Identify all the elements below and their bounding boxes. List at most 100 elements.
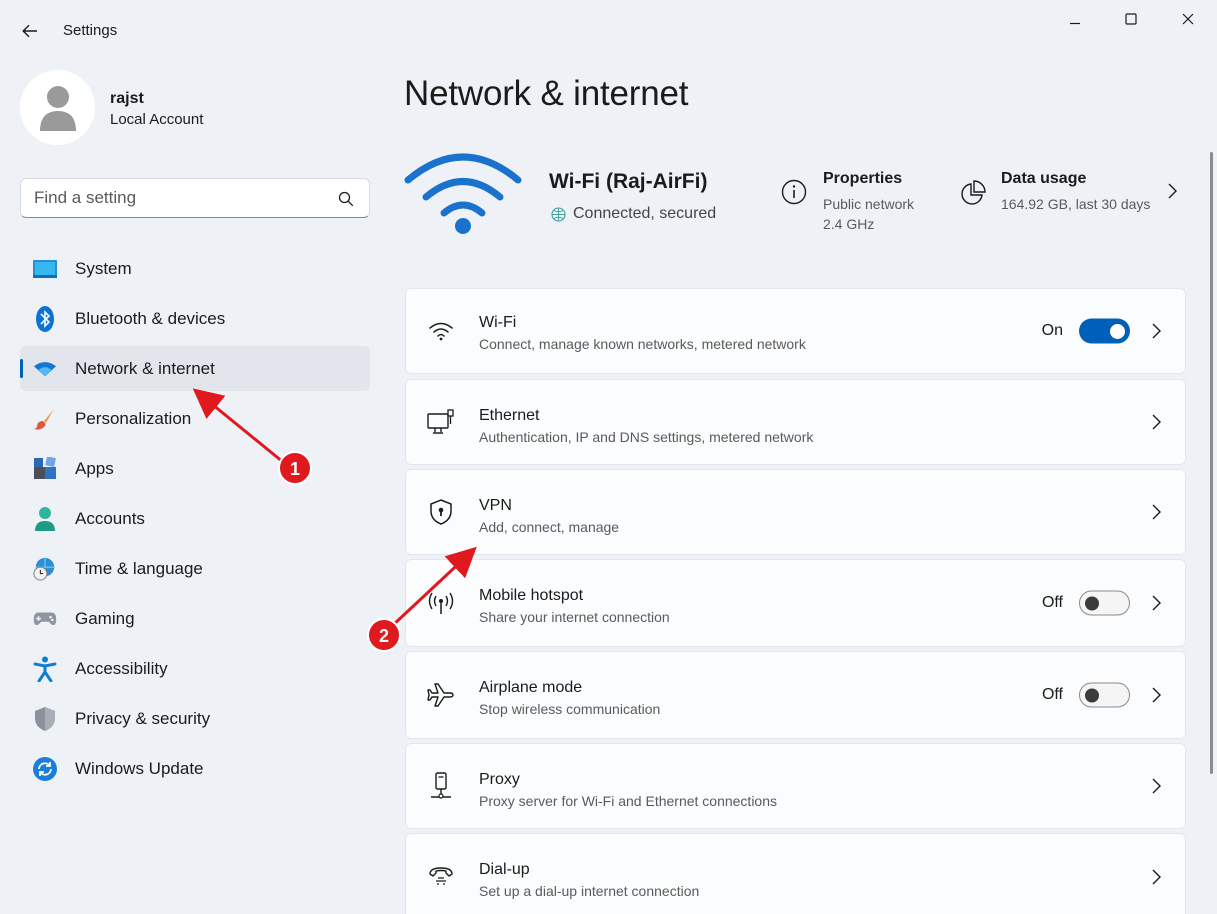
maximize-icon — [1125, 13, 1137, 25]
card-vpn[interactable]: VPN Add, connect, manage — [405, 469, 1186, 555]
network-profile-text: Public network — [823, 196, 915, 212]
refresh-icon — [33, 757, 57, 781]
connection-status-text: Connected, secured — [573, 205, 717, 222]
card-title: Mobile hotspot — [479, 587, 584, 604]
card-title: Ethernet — [479, 407, 540, 424]
annotation-marker-2-label: 2 — [379, 626, 389, 646]
card-subtitle: Connect, manage known networks, metered … — [479, 336, 806, 352]
hotspot-icon — [427, 589, 455, 617]
vpn-shield-icon — [427, 498, 455, 526]
card-subtitle: Stop wireless communication — [479, 701, 661, 717]
pie-chart-icon[interactable] — [959, 179, 987, 207]
sidebar-item-system[interactable]: System — [20, 246, 370, 291]
chevron-right-icon[interactable] — [1149, 777, 1163, 795]
card-subtitle: Add, connect, manage — [479, 519, 620, 535]
sidebar-item-label: Windows Update — [75, 759, 204, 778]
close-icon — [1182, 13, 1194, 25]
sidebar-item-network[interactable]: Network & internet — [20, 346, 370, 391]
sidebar-item-accessibility[interactable]: Accessibility — [20, 646, 370, 691]
sidebar-item-privacy-security[interactable]: Privacy & security — [20, 696, 370, 741]
chevron-right-icon[interactable] — [1149, 594, 1163, 612]
sidebar-item-label: System — [75, 259, 132, 278]
account-name: rajst — [110, 90, 144, 107]
chevron-right-icon[interactable] — [1149, 322, 1163, 340]
avatar[interactable] — [20, 70, 95, 145]
apps-icon — [33, 457, 57, 481]
toggle-knob — [1085, 688, 1099, 702]
sidebar-item-time-language[interactable]: Time & language — [20, 546, 370, 591]
maximize-button[interactable] — [1103, 0, 1159, 38]
close-button[interactable] — [1160, 0, 1216, 38]
annotation-marker-2 — [367, 618, 401, 652]
back-button[interactable] — [14, 17, 46, 45]
sidebar-item-label: Personalization — [75, 409, 192, 428]
card-proxy[interactable]: Proxy Proxy server for Wi-Fi and Etherne… — [405, 743, 1186, 829]
connection-status: Connected, secured — [551, 205, 716, 223]
search-input[interactable] — [34, 187, 334, 209]
info-icon[interactable] — [781, 179, 807, 205]
minimize-button[interactable] — [1047, 0, 1103, 38]
network-band-text: 2.4 GHz — [823, 216, 875, 232]
paintbrush-icon — [33, 407, 57, 431]
card-dial-up[interactable]: Dial-up Set up a dial-up internet connec… — [405, 833, 1186, 914]
airplane-mode-toggle[interactable] — [1079, 682, 1130, 708]
sidebar-item-accounts[interactable]: Accounts — [20, 496, 370, 541]
card-title: VPN — [479, 497, 512, 514]
card-ethernet[interactable]: Ethernet Authentication, IP and DNS sett… — [405, 379, 1186, 465]
properties-link[interactable]: Properties — [823, 170, 902, 188]
back-arrow-icon — [22, 24, 37, 38]
sidebar-item-windows-update[interactable]: Windows Update — [20, 746, 370, 791]
bluetooth-icon — [33, 306, 57, 332]
card-title: Airplane mode — [479, 679, 583, 696]
sidebar-item-label: Gaming — [75, 609, 135, 628]
toggle-state-label: On — [1041, 322, 1063, 339]
wifi-large-icon — [404, 153, 522, 234]
sidebar-item-label: Network & internet — [75, 359, 215, 378]
card-subtitle: Share your internet connection — [479, 609, 670, 625]
card-subtitle: Authentication, IP and DNS settings, met… — [479, 429, 814, 445]
shield-icon — [33, 707, 57, 731]
accessibility-icon — [33, 656, 57, 682]
sidebar-item-apps[interactable]: Apps — [20, 446, 370, 491]
search-icon[interactable] — [337, 190, 355, 208]
card-wifi[interactable]: Wi-Fi Connect, manage known networks, me… — [405, 288, 1186, 374]
person-icon — [33, 507, 57, 531]
wifi-icon — [427, 317, 455, 345]
chevron-right-icon[interactable] — [1149, 868, 1163, 886]
sidebar-item-label: Privacy & security — [75, 709, 211, 728]
sidebar-item-label: Bluetooth & devices — [75, 309, 226, 328]
chevron-right-icon[interactable] — [1149, 686, 1163, 704]
wifi-icon — [33, 357, 57, 381]
data-usage-link[interactable]: Data usage — [1001, 170, 1086, 188]
globe-icon — [551, 206, 566, 222]
system-icon — [33, 257, 57, 281]
sidebar-item-label: Time & language — [75, 559, 203, 578]
airplane-icon — [427, 681, 455, 709]
sidebar-item-personalization[interactable]: Personalization — [20, 396, 370, 441]
mobile-hotspot-toggle[interactable] — [1079, 590, 1130, 616]
sidebar-item-label: Accounts — [75, 509, 145, 528]
title-bar: Settings — [0, 0, 1217, 62]
sidebar-item-label: Apps — [75, 459, 114, 478]
sidebar-item-bluetooth[interactable]: Bluetooth & devices — [20, 296, 370, 341]
chevron-right-icon[interactable] — [1149, 503, 1163, 521]
app-title: Settings — [63, 22, 118, 39]
card-subtitle: Proxy server for Wi-Fi and Ethernet conn… — [479, 793, 778, 809]
chevron-right-icon[interactable] — [1149, 413, 1163, 431]
toggle-knob — [1110, 323, 1125, 339]
card-title: Wi-Fi — [479, 314, 517, 331]
scrollbar-thumb[interactable] — [1210, 152, 1213, 774]
search-box[interactable] — [20, 178, 370, 218]
toggle-state-label: Off — [1041, 686, 1063, 703]
sidebar-item-gaming[interactable]: Gaming — [20, 596, 370, 641]
card-mobile-hotspot[interactable]: Mobile hotspot Share your internet conne… — [405, 559, 1186, 647]
gamepad-icon — [33, 607, 57, 631]
sidebar-item-label: Accessibility — [75, 659, 168, 678]
wifi-toggle[interactable] — [1079, 318, 1130, 344]
person-avatar-icon — [39, 85, 76, 131]
card-airplane-mode[interactable]: Airplane mode Stop wireless communicatio… — [405, 651, 1186, 739]
sidebar-nav: System Bluetooth & devices Network & int… — [20, 246, 370, 796]
page-title: Network & internet — [404, 74, 689, 113]
globe-clock-icon — [33, 557, 57, 581]
chevron-right-icon[interactable] — [1164, 182, 1180, 200]
